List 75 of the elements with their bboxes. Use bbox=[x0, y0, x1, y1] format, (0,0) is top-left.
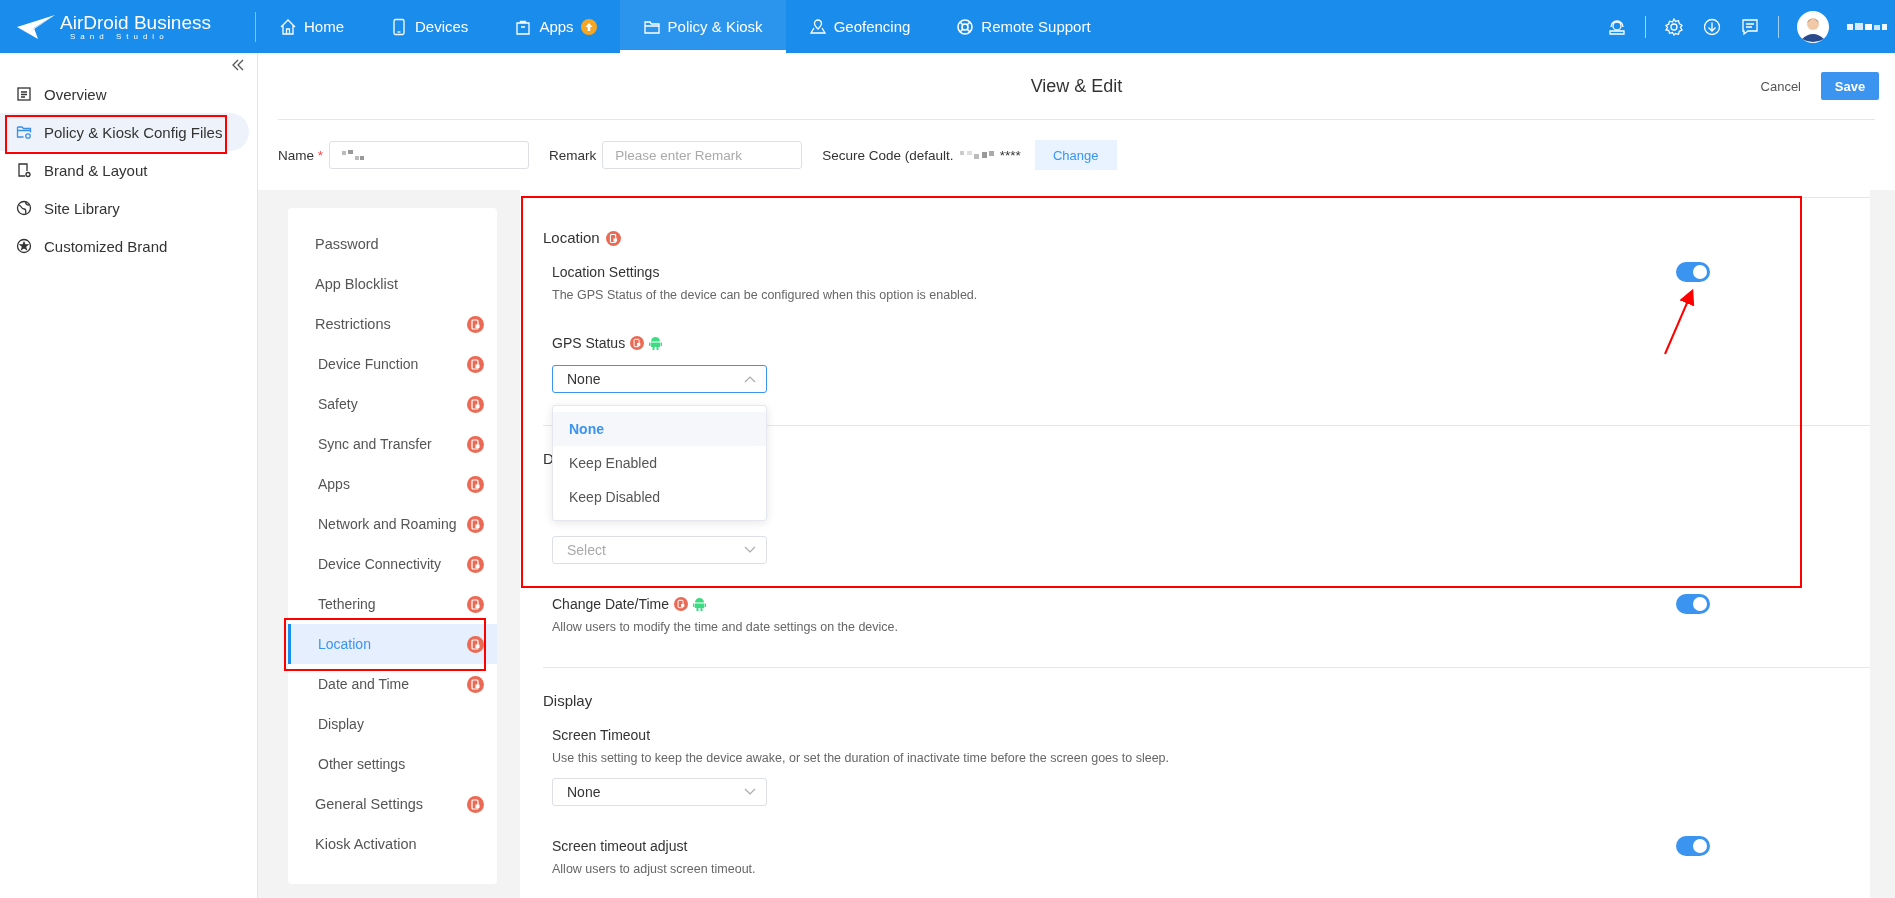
globe-icon bbox=[16, 200, 32, 216]
select-field[interactable]: None bbox=[552, 365, 767, 393]
folder-gear-icon bbox=[16, 124, 32, 140]
caret-icon bbox=[744, 375, 756, 383]
masked-code-drawing bbox=[959, 150, 994, 160]
toggle-switch[interactable] bbox=[1676, 594, 1710, 614]
caret-icon bbox=[744, 788, 756, 796]
star-icon bbox=[16, 238, 32, 254]
masked-value-drawing bbox=[342, 150, 365, 160]
masked-name-drawing bbox=[1847, 21, 1887, 32]
sidebar-item[interactable]: Site Library bbox=[0, 189, 249, 227]
download-icon[interactable] bbox=[1702, 16, 1722, 37]
settings-nav-item[interactable]: App Blocklist bbox=[288, 264, 497, 304]
caret-icon bbox=[744, 546, 756, 554]
setting-description: The GPS Status of the device can be configured when this option is enabled. bbox=[552, 287, 979, 303]
select-field[interactable]: None bbox=[552, 778, 767, 806]
nav-tab[interactable]: Remote Support bbox=[933, 0, 1114, 53]
dropdown-option[interactable]: Keep Disabled bbox=[553, 480, 766, 514]
settings-nav-item[interactable]: Safety bbox=[288, 384, 497, 424]
brand-subtitle: Sand Studio bbox=[69, 32, 170, 41]
settings-nav-item[interactable]: Tethering bbox=[288, 584, 497, 624]
setting-label: Location Settings bbox=[552, 263, 660, 282]
collapse-icon[interactable] bbox=[231, 59, 245, 71]
settings-nav-item[interactable]: Device Connectivity bbox=[288, 544, 497, 584]
setting-description: Allow users to adjust screen timeout. bbox=[552, 861, 757, 877]
secure-code-label: Secure Code (default. bbox=[822, 147, 954, 163]
settings-icon[interactable] bbox=[1664, 16, 1684, 37]
sidebar-item[interactable]: Policy & Kiosk Config Files bbox=[0, 113, 249, 151]
setting-label: Change Date/Time bbox=[552, 595, 669, 614]
setting-label: Screen Timeout bbox=[552, 726, 651, 745]
settings-nav-item[interactable]: Network and Roaming bbox=[288, 504, 497, 544]
settings-nav-item[interactable]: Apps bbox=[288, 464, 497, 504]
settings-nav-item[interactable]: Display bbox=[288, 704, 497, 744]
setting-description: Allow users to modify the time and date settings on the device. bbox=[552, 619, 900, 635]
toggle-switch[interactable] bbox=[1676, 836, 1710, 856]
annotation-arrow bbox=[1664, 288, 1695, 355]
settings-nav-item[interactable]: Kiosk Activation bbox=[288, 824, 497, 864]
settings-nav-item[interactable]: Restrictions bbox=[288, 304, 497, 344]
setting-label: Screen timeout adjust bbox=[552, 837, 688, 856]
nav-tab[interactable]: Apps bbox=[491, 0, 620, 53]
cancel-button[interactable]: Cancel bbox=[1760, 78, 1801, 94]
dropdown-option[interactable]: Keep Enabled bbox=[553, 446, 766, 480]
setting-description: Use this setting to keep the device awake, or set the duration of inactivate time before the screen goes to sleep. bbox=[552, 750, 1171, 766]
home-icon bbox=[279, 17, 297, 36]
settings-nav-item[interactable]: Device Function bbox=[288, 344, 497, 384]
settings-nav-item[interactable]: General Settings bbox=[288, 784, 497, 824]
chat-icon[interactable] bbox=[1740, 16, 1760, 37]
document-icon bbox=[16, 86, 32, 102]
remark-field[interactable]: Please enter Remark bbox=[602, 141, 803, 169]
map-pin-icon bbox=[808, 17, 827, 36]
page-title: View & Edit bbox=[1030, 75, 1123, 97]
setting-label: GPS Status bbox=[552, 334, 626, 353]
settings-nav-item[interactable]: Other settings bbox=[288, 744, 497, 784]
nav-tab[interactable]: Home bbox=[256, 0, 367, 53]
settings-nav-item[interactable]: Password bbox=[288, 224, 497, 264]
nav-tab[interactable]: Geofencing bbox=[785, 0, 934, 53]
sidebar-item[interactable]: Customized Brand bbox=[0, 227, 249, 265]
secure-code-mask: **** bbox=[999, 147, 1021, 163]
toggle-switch[interactable] bbox=[1676, 262, 1710, 282]
settings-nav-item[interactable]: Sync and Transfer bbox=[288, 424, 497, 464]
name-field[interactable] bbox=[329, 141, 530, 169]
nav-tab[interactable]: Devices bbox=[367, 0, 492, 53]
remark-label: Remark bbox=[549, 147, 597, 163]
section-title: Display bbox=[543, 691, 593, 711]
sidebar-item[interactable]: Overview bbox=[0, 75, 249, 113]
phone-icon bbox=[390, 17, 408, 36]
avatar-icon[interactable] bbox=[1797, 10, 1829, 43]
section-title: Location bbox=[543, 228, 600, 248]
lifebuoy-icon bbox=[956, 17, 975, 36]
settings-nav-item[interactable]: Date and Time bbox=[288, 664, 497, 704]
sidebar-item[interactable]: Brand & Layout bbox=[0, 151, 249, 189]
brand-title: AirDroid Business bbox=[60, 12, 211, 32]
name-label: Name * bbox=[278, 147, 324, 163]
paper-plane-icon bbox=[16, 13, 56, 40]
phone-gear-icon bbox=[16, 162, 32, 178]
